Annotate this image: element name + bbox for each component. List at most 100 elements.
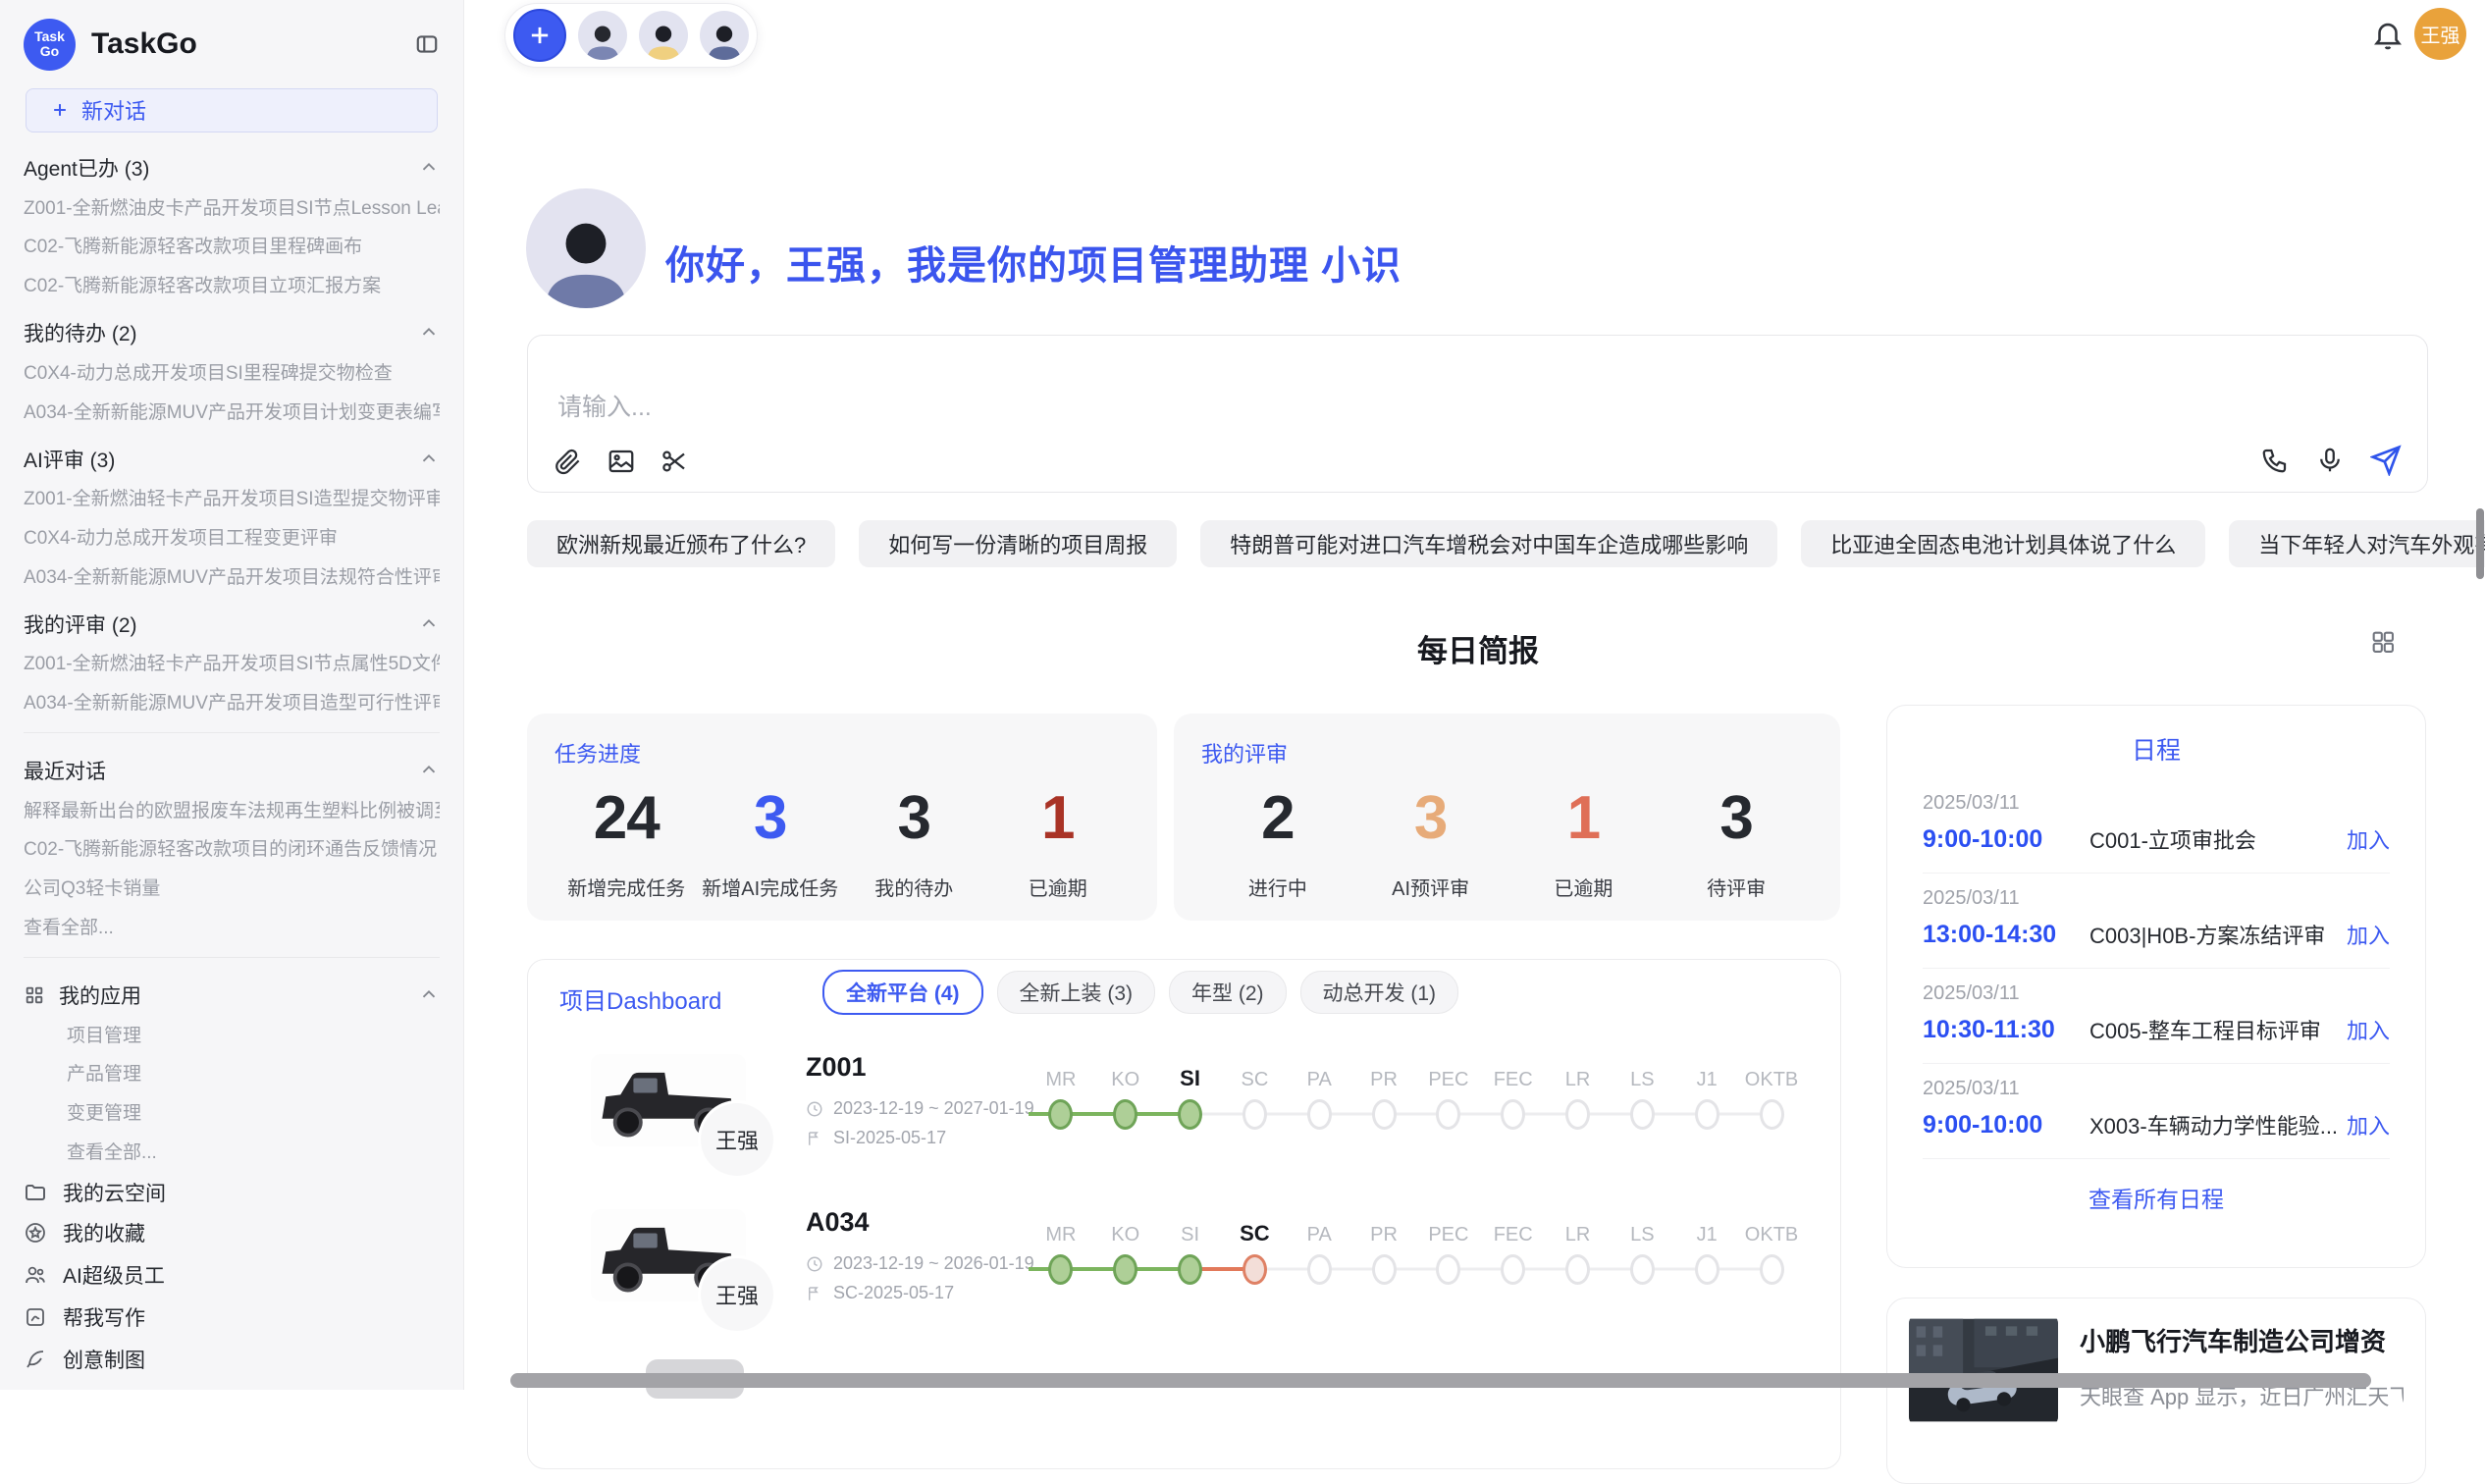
- send-icon[interactable]: [2370, 445, 2402, 476]
- scissors-icon[interactable]: [660, 447, 689, 476]
- milestone-dot: [1436, 1254, 1460, 1285]
- milestone: J1: [1674, 1054, 1739, 1137]
- sidebar-item-cloud-space[interactable]: 我的云空间: [24, 1172, 440, 1213]
- sidebar-section-header[interactable]: 我的评审 (2): [24, 604, 440, 644]
- list-item[interactable]: A034-全新新能源MUV产品开发项目造型可行性评审: [24, 683, 440, 722]
- news-title: 小鹏飞行汽车制造公司增资: [2080, 1322, 2404, 1358]
- list-item[interactable]: A034-全新新能源MUV产品开发项目计划变更表编写: [24, 393, 440, 432]
- agent-avatar[interactable]: [578, 11, 627, 60]
- item-label: AI超级员工: [63, 1260, 165, 1290]
- new-chat-button[interactable]: 新对话: [26, 88, 438, 132]
- suggestion-chips: 欧洲新规最近颁布了什么? 如何写一份清晰的项目周报 特朗普可能对进口汽车增税会对…: [527, 520, 2431, 567]
- chat-input[interactable]: [555, 393, 1737, 423]
- join-link[interactable]: 加入: [2347, 1014, 2390, 1045]
- agent-avatar[interactable]: [700, 11, 749, 60]
- suggestion-chip[interactable]: 特朗普可能对进口汽车增税会对中国车企造成哪些影响: [1200, 520, 1777, 567]
- folder-icon: [24, 1181, 47, 1204]
- recent-chats-header[interactable]: 最近对话: [24, 751, 440, 791]
- milestone: PEC: [1416, 1209, 1481, 1292]
- list-item[interactable]: 公司Q3轻卡销量: [24, 869, 440, 908]
- suggestion-chip[interactable]: 如何写一份清晰的项目周报: [859, 520, 1177, 567]
- section-title: 我的待办 (2): [24, 318, 137, 347]
- milestone: PR: [1351, 1054, 1416, 1137]
- user-avatar[interactable]: 王强: [2414, 8, 2466, 60]
- join-link[interactable]: 加入: [2347, 1109, 2390, 1140]
- horizontal-scrollbar[interactable]: [510, 1373, 2371, 1388]
- image-icon[interactable]: [607, 447, 636, 476]
- tab-powertrain[interactable]: 动总开发 (1): [1300, 971, 1459, 1014]
- project-row[interactable]: 王强 A034 2023-12-19 ~ 2026-01-19 SC-2025-…: [591, 1201, 1801, 1349]
- suggestion-chip[interactable]: 比亚迪全固态电池计划具体说了什么: [1801, 520, 2205, 567]
- milestone-dot: [1113, 1254, 1137, 1285]
- milestone-label: SI: [1180, 1060, 1200, 1091]
- tab-year-model[interactable]: 年型 (2): [1169, 971, 1287, 1014]
- my-apps-header[interactable]: 我的应用: [24, 976, 440, 1016]
- list-item[interactable]: C02-飞腾新能源轻客改款项目的闭环通告反馈情况: [24, 829, 440, 869]
- sidebar-item-favorites[interactable]: 我的收藏: [24, 1212, 440, 1253]
- app-item[interactable]: 产品管理: [24, 1054, 440, 1093]
- app-item[interactable]: 变更管理: [24, 1093, 440, 1133]
- new-session-button[interactable]: [513, 9, 566, 62]
- attachment-icon[interactable]: [554, 447, 583, 476]
- milestone-dot: [1565, 1099, 1590, 1130]
- schedule-title: 日程: [1887, 731, 2425, 767]
- suggestion-chip[interactable]: 欧洲新规最近颁布了什么?: [527, 520, 835, 567]
- microphone-icon[interactable]: [2315, 446, 2345, 475]
- milestone-label: PEC: [1428, 1215, 1468, 1246]
- project-row[interactable]: 王强 Z001 2023-12-19 ~ 2027-01-19 SI-2025-…: [591, 1046, 1801, 1193]
- app-item[interactable]: 项目管理: [24, 1016, 440, 1055]
- milestone-dot: [1695, 1254, 1719, 1285]
- list-item[interactable]: C0X4-动力总成开发项目工程变更评审: [24, 518, 440, 557]
- card-title: 我的评审: [1201, 737, 1813, 768]
- list-item[interactable]: C02-飞腾新能源轻客改款项目立项汇报方案: [24, 266, 440, 305]
- tab-new-body[interactable]: 全新上装 (3): [997, 971, 1156, 1014]
- chevron-up-icon: [418, 157, 440, 179]
- view-all-link[interactable]: 查看全部...: [24, 908, 440, 947]
- greeting-text: 你好，王强，我是你的项目管理助理 小识: [665, 234, 1401, 291]
- collapse-sidebar-icon[interactable]: [414, 31, 440, 57]
- sidebar-item-ai-employee[interactable]: AI超级员工: [24, 1253, 440, 1296]
- schedule-event: C003|H0B-方案冻结评审: [2089, 919, 2337, 950]
- view-all-schedule-link[interactable]: 查看所有日程: [1887, 1159, 2425, 1214]
- chevron-up-icon: [418, 449, 440, 470]
- item-label: 我的收藏: [63, 1218, 145, 1247]
- stat-value: 3: [1354, 788, 1507, 849]
- notification-bell-icon[interactable]: [2371, 18, 2405, 51]
- list-item[interactable]: C0X4-动力总成开发项目SI里程碑提交物检查: [24, 353, 440, 393]
- list-item[interactable]: A034-全新新能源MUV产品开发项目法规符合性评审: [24, 557, 440, 597]
- news-card[interactable]: 小鹏飞行汽车制造公司增资 天眼查 App 显示，近日广州汇天飞行汽: [1886, 1298, 2426, 1484]
- milestone-dot: [1695, 1099, 1719, 1130]
- sidebar-section-header[interactable]: AI评审 (3): [24, 439, 440, 479]
- list-item[interactable]: Z001-全新燃油皮卡产品开发项目SI节点Lesson Learn报告: [24, 188, 440, 228]
- milestone-label: LS: [1630, 1215, 1654, 1246]
- list-item[interactable]: Z001-全新燃油轻卡产品开发项目SI造型提交物评审: [24, 479, 440, 518]
- join-link[interactable]: 加入: [2347, 823, 2390, 855]
- suggestion-chip[interactable]: 当下年轻人对汽车外观有怎样的喜好趋势: [2229, 520, 2485, 567]
- stat: 3 新增AI完成任务: [699, 788, 843, 901]
- sidebar-section-header[interactable]: Agent已办 (3): [24, 148, 440, 188]
- write-box-icon: [24, 1305, 47, 1329]
- sidebar-item-creative-drawing[interactable]: 创意制图: [24, 1338, 440, 1380]
- session-switcher: [504, 3, 758, 68]
- milestone-dot: [1307, 1099, 1332, 1130]
- join-link[interactable]: 加入: [2347, 919, 2390, 950]
- vertical-scrollbar[interactable]: [2476, 508, 2484, 579]
- list-item[interactable]: Z001-全新燃油轻卡产品开发项目SI节点属性5D文件评审: [24, 644, 440, 683]
- sidebar-section-header[interactable]: 我的待办 (2): [24, 313, 440, 353]
- news-image: [1909, 1312, 2058, 1428]
- agent-avatar[interactable]: [639, 11, 688, 60]
- view-all-link[interactable]: 查看全部...: [24, 1133, 440, 1172]
- sidebar-item-help-write[interactable]: 帮我写作: [24, 1296, 440, 1338]
- schedule-item: 2025/03/11 13:00-14:30 C003|H0B-方案冻结评审 加…: [1923, 874, 2390, 969]
- tab-new-platform[interactable]: 全新平台 (4): [822, 970, 983, 1015]
- milestone-label: PR: [1370, 1215, 1398, 1246]
- milestone-label: KO: [1111, 1060, 1139, 1091]
- schedule-event: C001-立项审批会: [2089, 823, 2337, 855]
- milestone-label: SI: [1181, 1215, 1199, 1246]
- milestone-dot: [1436, 1099, 1460, 1130]
- list-item[interactable]: C02-飞腾新能源轻客改款项目里程碑画布: [24, 227, 440, 266]
- milestone-dot: [1372, 1254, 1397, 1285]
- list-item[interactable]: 解释最新出台的欧盟报废车法规再生塑料比例被调至15%...: [24, 791, 440, 830]
- phone-icon[interactable]: [2260, 446, 2290, 475]
- layout-grid-icon[interactable]: [2369, 628, 2397, 656]
